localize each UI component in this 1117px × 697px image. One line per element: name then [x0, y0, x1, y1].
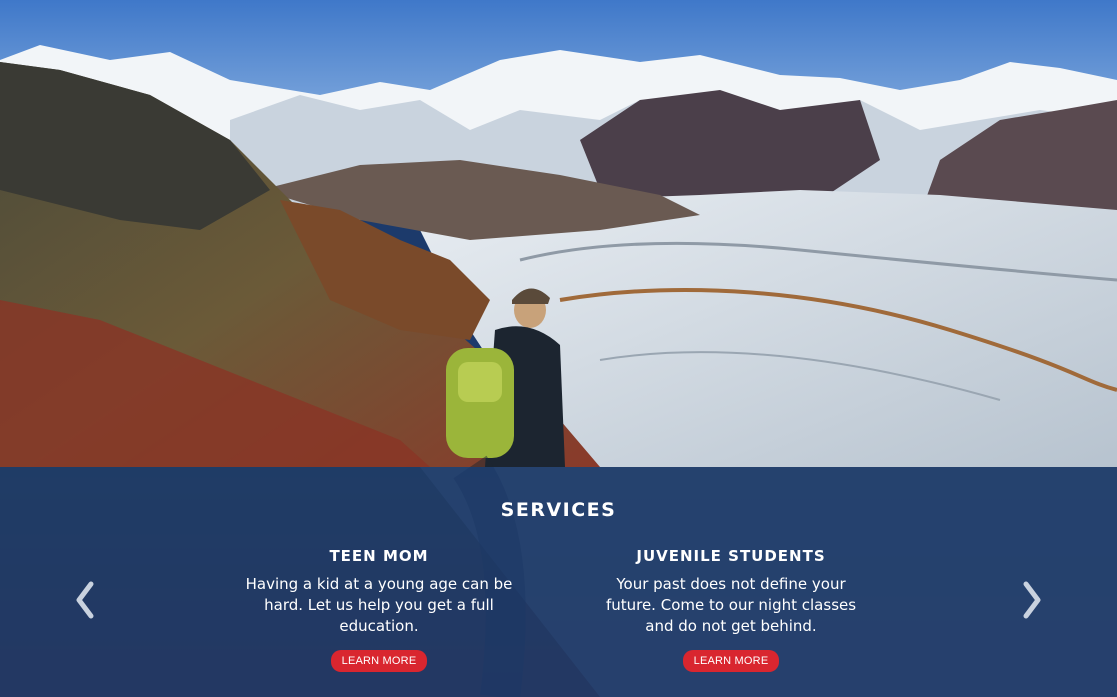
chevron-left-icon: [76, 581, 94, 619]
services-title: SERVICES: [500, 499, 617, 521]
carousel-prev-button[interactable]: [71, 580, 101, 620]
services-section: SERVICES TEEN MOM Having a kid at a youn…: [0, 467, 1117, 697]
chevron-right-icon: [1023, 581, 1041, 619]
service-card-juvenile-students: JUVENILE STUDENTS Your past does not def…: [581, 547, 881, 672]
service-card-teen-mom: TEEN MOM Having a kid at a young age can…: [229, 547, 529, 672]
service-card-text: Having a kid at a young age can be hard.…: [245, 575, 513, 635]
service-card-title: TEEN MOM: [329, 547, 429, 565]
learn-more-button[interactable]: LEARN MORE: [330, 650, 428, 672]
learn-more-button[interactable]: LEARN MORE: [682, 650, 780, 672]
carousel-next-button[interactable]: [1016, 580, 1046, 620]
service-card-title: JUVENILE STUDENTS: [636, 547, 826, 565]
service-card-text: Your past does not define your future. C…: [605, 575, 857, 635]
